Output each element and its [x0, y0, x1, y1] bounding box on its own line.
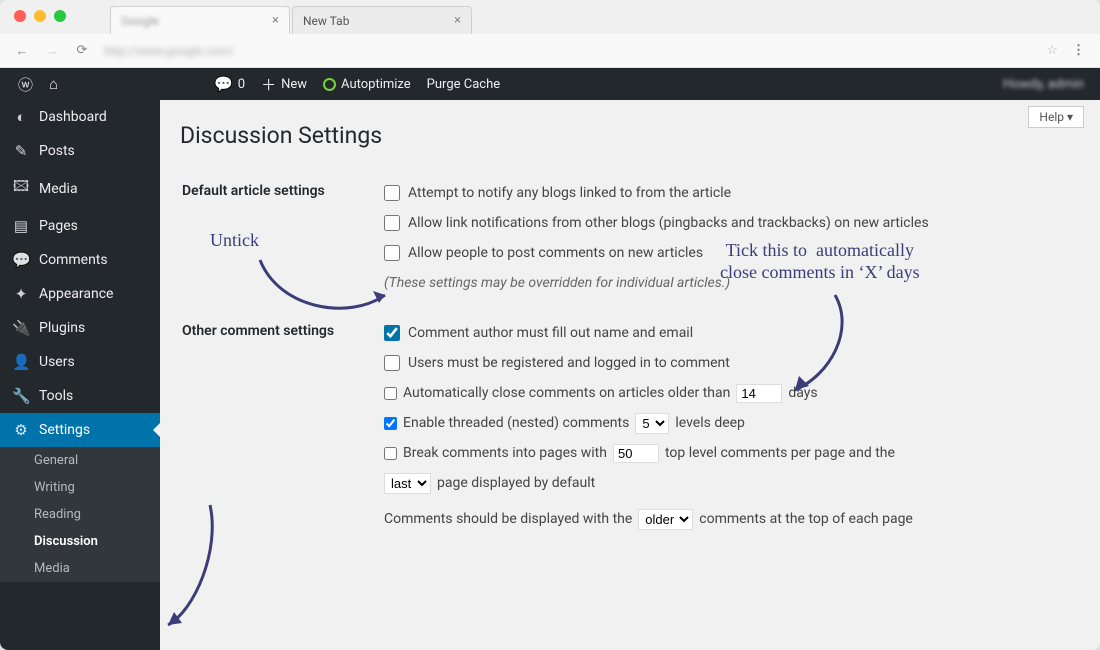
new-content-button[interactable]: ＋New	[253, 68, 315, 100]
sidebar-item-pages[interactable]: ▤Pages	[0, 209, 160, 243]
sidebar-item-settings[interactable]: ⚙Settings	[0, 413, 160, 447]
sidebar-item-tools[interactable]: 🔧Tools	[0, 379, 160, 413]
close-icon[interactable]: ×	[454, 13, 461, 28]
opt-order: Comments should be displayed with the ol…	[384, 505, 1078, 533]
submenu-discussion[interactable]: Discussion	[0, 528, 160, 555]
submenu-media[interactable]: Media	[0, 555, 160, 582]
plus-icon: ＋	[261, 74, 276, 95]
settings-submenu: General Writing Reading Discussion Media	[0, 447, 160, 582]
comment-count: 0	[238, 77, 245, 92]
tools-icon: 🔧	[12, 387, 30, 405]
wp-logo-button[interactable]: ⓦ	[10, 68, 41, 100]
posts-icon: ✎	[12, 142, 30, 160]
minimize-window-icon[interactable]	[34, 10, 46, 22]
wordpress-logo-icon: ⓦ	[18, 74, 33, 95]
address-bar[interactable]: http://www.google.com/	[104, 44, 1032, 58]
browser-tab[interactable]: New Tab ×	[292, 6, 472, 34]
opt-threaded: Enable threaded (nested) comments 5 leve…	[384, 409, 1078, 437]
select-default-page[interactable]: last	[384, 473, 431, 494]
page-title: Discussion Settings	[180, 112, 1080, 167]
opt-allow-comments[interactable]: Allow people to post comments on new art…	[384, 239, 1078, 267]
input-auto-close-days[interactable]	[736, 384, 782, 403]
submenu-writing[interactable]: Writing	[0, 474, 160, 501]
browser-window: Google × New Tab × ← → ⟳ http://www.goog…	[0, 0, 1100, 650]
sidebar-item-dashboard[interactable]: ◐Dashboard	[0, 100, 160, 134]
opt-paginate: Break comments into pages with top level…	[384, 439, 1078, 467]
pages-icon: ▤	[12, 217, 30, 235]
comment-icon: 💬	[214, 75, 233, 93]
checkbox-threaded[interactable]	[384, 417, 397, 430]
howdy-user[interactable]: Howdy, admin	[1003, 77, 1090, 92]
autoptimize-icon	[323, 78, 336, 91]
site-home-button[interactable]: ⌂	[41, 68, 66, 100]
opt-notify-linked[interactable]: Attempt to notify any blogs linked to fr…	[384, 179, 1078, 207]
section-heading-other-comment: Other comment settings	[182, 309, 382, 545]
opt-paginate-default: last page displayed by default	[384, 469, 1078, 497]
close-window-icon[interactable]	[14, 10, 26, 22]
checkbox-allow-pingbacks[interactable]	[384, 215, 400, 231]
sidebar-item-comments[interactable]: 💬Comments	[0, 243, 160, 277]
close-icon[interactable]: ×	[272, 13, 279, 28]
checkbox-require-name-email[interactable]	[384, 325, 400, 341]
purge-cache-button[interactable]: Purge Cache	[419, 68, 508, 100]
sidebar-item-appearance[interactable]: ✦Appearance	[0, 277, 160, 311]
checkbox-auto-close[interactable]	[384, 387, 397, 400]
comments-icon: 💬	[12, 251, 30, 269]
back-icon[interactable]: ←	[14, 43, 30, 59]
reload-icon[interactable]: ⟳	[74, 43, 90, 58]
tab-title: Google	[121, 14, 264, 28]
home-icon: ⌂	[49, 75, 58, 93]
select-thread-levels[interactable]: 5	[635, 413, 669, 434]
sidebar-item-users[interactable]: 👤Users	[0, 345, 160, 379]
checkbox-paginate[interactable]	[384, 447, 397, 460]
sidebar-item-posts[interactable]: ✎Posts	[0, 134, 160, 168]
checkbox-require-registered[interactable]	[384, 355, 400, 371]
users-icon: 👤	[12, 353, 30, 371]
admin-sidebar: ◐Dashboard ✎Posts 🖾Media ▤Pages 💬Comment…	[0, 100, 160, 650]
sidebar-item-plugins[interactable]: 🔌Plugins	[0, 311, 160, 345]
opt-require-name-email[interactable]: Comment author must fill out name and em…	[384, 319, 1078, 347]
tab-title: New Tab	[303, 14, 349, 28]
comments-button[interactable]: 💬0	[206, 68, 253, 100]
dashboard-icon: ◐	[12, 108, 30, 126]
browser-tab-active[interactable]: Google ×	[110, 6, 290, 34]
submenu-general[interactable]: General	[0, 447, 160, 474]
submenu-reading[interactable]: Reading	[0, 501, 160, 528]
sidebar-item-media[interactable]: 🖾Media	[0, 168, 160, 209]
settings-override-note: (These settings may be overridden for in…	[384, 269, 1078, 297]
wp-body: ◐Dashboard ✎Posts 🖾Media ▤Pages 💬Comment…	[0, 100, 1100, 650]
opt-auto-close: Automatically close comments on articles…	[384, 379, 1078, 407]
section-heading-default-article: Default article settings	[182, 169, 382, 307]
maximize-window-icon[interactable]	[54, 10, 66, 22]
browser-tabstrip: Google × New Tab ×	[0, 0, 1100, 34]
kebab-menu-icon[interactable]: ⋮	[1072, 43, 1086, 58]
input-per-page[interactable]	[613, 444, 659, 463]
checkbox-allow-comments[interactable]	[384, 245, 400, 261]
media-icon: 🖾	[12, 176, 30, 201]
plugins-icon: 🔌	[12, 319, 30, 337]
help-button[interactable]: Help ▾	[1028, 106, 1084, 128]
browser-toolbar: ← → ⟳ http://www.google.com/ ☆ ⋮	[0, 34, 1100, 68]
window-controls[interactable]	[14, 10, 66, 22]
wp-admin-bar: ⓦ ⌂ 💬0 ＋New Autoptimize Purge Cache Howd…	[0, 68, 1100, 100]
opt-require-registered[interactable]: Users must be registered and logged in t…	[384, 349, 1078, 377]
opt-allow-pingbacks[interactable]: Allow link notifications from other blog…	[384, 209, 1078, 237]
settings-icon: ⚙	[12, 421, 30, 439]
checkbox-notify-linked[interactable]	[384, 185, 400, 201]
bookmark-icon[interactable]: ☆	[1046, 43, 1058, 58]
appearance-icon: ✦	[12, 285, 30, 303]
select-comment-order[interactable]: older	[638, 509, 693, 530]
forward-icon[interactable]: →	[44, 43, 60, 59]
autoptimize-button[interactable]: Autoptimize	[315, 68, 419, 100]
settings-content: Help ▾ Discussion Settings Default artic…	[160, 100, 1100, 650]
